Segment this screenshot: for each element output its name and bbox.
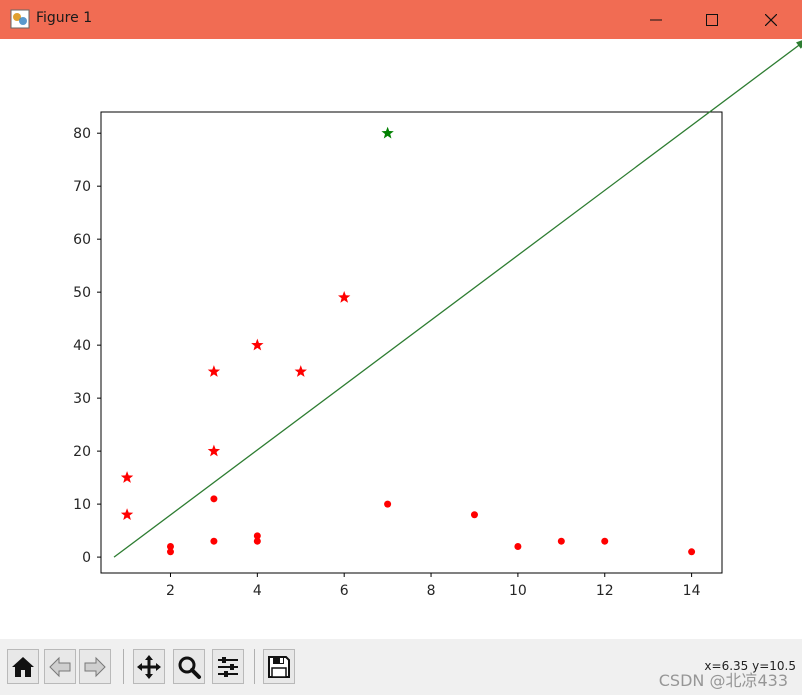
figure-canvas[interactable] bbox=[0, 39, 802, 639]
save-icon bbox=[268, 655, 290, 678]
watermark-text: CSDN @北凉433 bbox=[658, 671, 788, 690]
save-button[interactable] bbox=[263, 649, 295, 684]
title-bar: Figure 1 bbox=[0, 0, 802, 39]
home-button[interactable] bbox=[7, 649, 39, 684]
zoom-icon bbox=[178, 656, 201, 679]
home-icon bbox=[12, 656, 34, 677]
minimize-icon bbox=[650, 19, 662, 20]
window-title: Figure 1 bbox=[36, 10, 93, 26]
navigation-toolbar: x=6.35 y=10.5 CSDN @北凉433 bbox=[0, 639, 802, 695]
pan-icon bbox=[137, 654, 161, 679]
zoom-button[interactable] bbox=[173, 649, 205, 684]
configure-subplots-icon bbox=[218, 656, 238, 677]
back-arrow-icon bbox=[49, 656, 71, 677]
toolbar-separator bbox=[254, 649, 255, 684]
forward-button[interactable] bbox=[79, 649, 111, 684]
pan-button[interactable] bbox=[133, 649, 165, 684]
figure-icon bbox=[10, 9, 30, 29]
configure-subplots-button[interactable] bbox=[212, 649, 244, 684]
back-button[interactable] bbox=[44, 649, 76, 684]
maximize-button[interactable] bbox=[684, 0, 740, 39]
maximize-icon bbox=[706, 13, 718, 26]
forward-arrow-icon bbox=[84, 656, 106, 677]
minimize-button[interactable] bbox=[628, 0, 684, 39]
toolbar-separator bbox=[123, 649, 124, 684]
close-icon bbox=[765, 13, 777, 26]
close-button[interactable] bbox=[743, 0, 799, 39]
